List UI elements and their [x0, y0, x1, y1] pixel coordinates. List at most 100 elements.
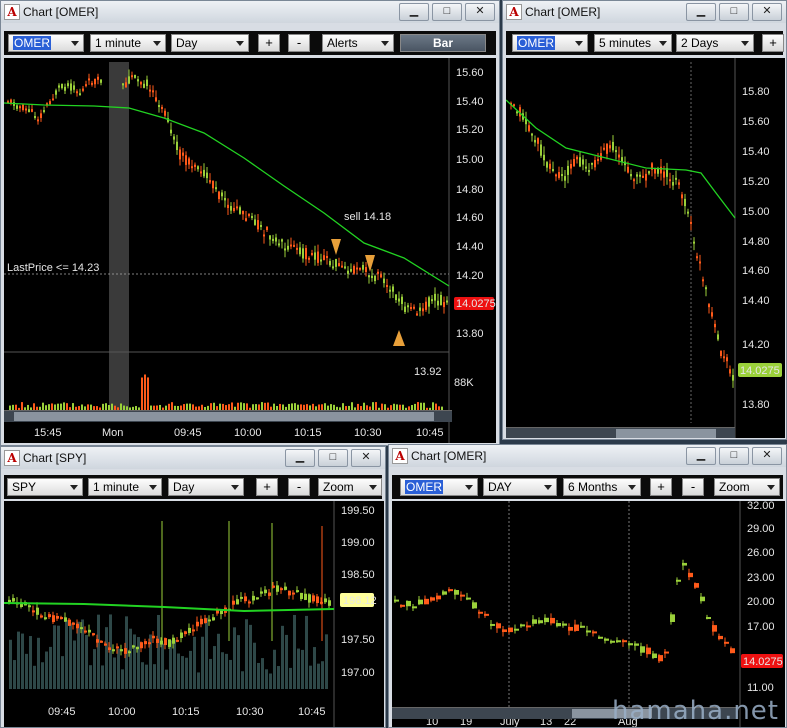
interval-select[interactable]: 5 minutes [594, 34, 672, 52]
chart-toolbar: OMER 5 minutes 2 Days + [506, 31, 784, 55]
candle-body [97, 76, 99, 80]
horizontal-scrollbar[interactable] [4, 410, 452, 422]
candle-body [356, 267, 358, 270]
candle-body [646, 647, 651, 655]
candle-body [401, 296, 403, 305]
close-icon[interactable]: ✕ [351, 449, 381, 467]
candle-body [406, 600, 411, 607]
candle-body [132, 645, 135, 648]
candle-body [678, 182, 680, 185]
candle-body [257, 220, 259, 230]
candle-body [272, 238, 274, 241]
price-chart[interactable]: 199.50 199.00 198.50 197.50 197.00 198.12 09:4… [4, 501, 384, 727]
candle-body [606, 143, 608, 154]
candle-body [395, 294, 397, 301]
scrollbar-thumb[interactable] [616, 429, 716, 438]
candle-body [168, 639, 171, 647]
symbol-select[interactable]: SPY [7, 478, 83, 496]
close-icon[interactable]: ✕ [752, 447, 782, 465]
candle-body [338, 263, 340, 267]
candle-body [642, 175, 644, 178]
candle-body [287, 245, 289, 250]
candle-body [251, 216, 253, 219]
last-price-tag: 14.0275 [743, 656, 783, 668]
symbol-select[interactable]: OMER [512, 34, 588, 52]
zoom-out-button[interactable]: - [682, 478, 704, 496]
title-bar[interactable]: A Chart [OMER] ▁ □ ✕ [389, 445, 786, 467]
zoom-select[interactable]: Zoom [714, 478, 780, 496]
scrollbar-thumb[interactable] [14, 412, 434, 421]
interval-select[interactable]: DAY [483, 478, 557, 496]
time-axis-label: 10:15 [172, 706, 200, 718]
zoom-in-button[interactable]: + [762, 34, 784, 52]
candle-body [197, 166, 199, 170]
interval-select[interactable]: 1 minute [90, 34, 166, 52]
candle-body [610, 640, 615, 643]
volume-bar [217, 633, 220, 689]
price-chart[interactable]: 15.80 15.60 15.40 15.20 15.00 14.80 14.60 14.40… [506, 58, 785, 438]
minimize-icon[interactable]: ▁ [399, 3, 429, 21]
minimize-icon[interactable]: ▁ [686, 447, 716, 465]
candle-body [76, 623, 79, 629]
price-chart[interactable]: 15.60 15.40 15.20 15.00 14.80 14.60 14.40 14.20… [4, 58, 496, 443]
candle-body [276, 585, 279, 592]
candle-body [227, 204, 229, 209]
minimize-icon[interactable]: ▁ [686, 3, 716, 21]
zoom-out-button[interactable]: - [288, 34, 310, 52]
candle-body [148, 642, 151, 645]
minimize-icon[interactable]: ▁ [285, 449, 315, 467]
zoom-in-button[interactable]: + [256, 478, 278, 496]
maximize-icon[interactable]: □ [318, 449, 348, 467]
volume-bar [423, 402, 425, 410]
candle-body [260, 591, 263, 594]
title-bar[interactable]: A Chart [SPY] ▁ □ ✕ [1, 447, 385, 469]
candle-body [31, 109, 33, 112]
candle-body [591, 162, 593, 165]
close-icon[interactable]: ✕ [465, 3, 495, 21]
candle-body [628, 643, 633, 646]
chart-style-button[interactable]: Bar [400, 34, 486, 52]
time-axis-label: 15:45 [34, 427, 62, 439]
candle-body [278, 243, 280, 246]
zoom-in-button[interactable]: + [650, 478, 672, 496]
interval-select[interactable]: 1 minute [88, 478, 162, 496]
volume-bar [41, 662, 44, 689]
maximize-icon[interactable]: □ [719, 3, 749, 21]
volume-bar [267, 402, 269, 410]
range-select[interactable]: Day [168, 478, 244, 496]
alerts-select[interactable]: Alerts [322, 34, 394, 52]
range-select[interactable]: 2 Days [676, 34, 754, 52]
symbol-select[interactable]: OMER [400, 478, 478, 496]
candle-body [582, 159, 584, 165]
close-icon[interactable]: ✕ [752, 3, 782, 21]
range-select[interactable]: Day [171, 34, 249, 52]
price-chart[interactable]: 32.00 29.00 26.00 23.00 20.00 17.00 11.00 14.02… [392, 501, 785, 727]
candle-body [472, 602, 477, 609]
candle-body [323, 255, 325, 261]
title-bar[interactable]: A Chart [OMER] ▁ □ ✕ [503, 1, 786, 23]
candle-body [275, 237, 277, 242]
candle-body [221, 192, 223, 197]
horizontal-scrollbar[interactable] [506, 427, 735, 438]
candle-body [621, 157, 623, 162]
volume-bar [313, 647, 316, 689]
volume-bar [237, 402, 239, 410]
title-bar[interactable]: A Chart [OMER] ▁ □ ✕ [1, 1, 499, 23]
maximize-icon[interactable]: □ [432, 3, 462, 21]
candle-body [627, 166, 629, 173]
zoom-out-button[interactable]: - [288, 478, 310, 496]
moving-average-line [506, 99, 736, 219]
volume-bar [157, 614, 160, 689]
zoom-select[interactable]: Zoom [318, 478, 382, 496]
candle-body [700, 596, 705, 602]
volume-bar [205, 617, 208, 689]
symbol-select[interactable]: OMER [8, 34, 84, 52]
maximize-icon[interactable]: □ [719, 447, 749, 465]
range-select[interactable]: 6 Months [563, 478, 641, 496]
volume-bar [237, 635, 240, 689]
zoom-in-button[interactable]: + [258, 34, 280, 52]
candle-body [398, 298, 400, 302]
candle-body [622, 640, 627, 643]
candle-body [586, 630, 591, 633]
candle-body [711, 312, 713, 317]
